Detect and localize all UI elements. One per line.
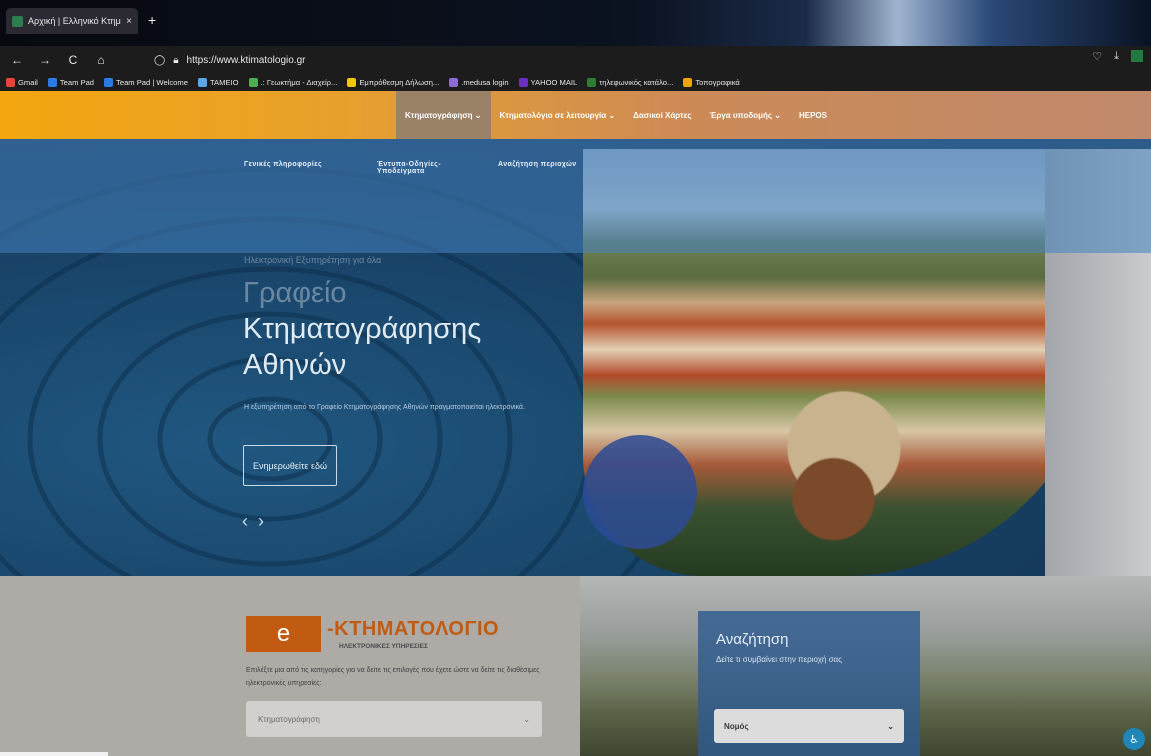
bookmark-label: Gmail <box>18 78 38 87</box>
bookmark-label: τηλεφωνικός κατάλο... <box>599 78 674 87</box>
category-select-value: Κτηματογράφηση <box>258 714 320 724</box>
hero-title-line1: Γραφείο <box>243 277 347 309</box>
bookmark-favicon-icon <box>683 78 693 87</box>
tab-title: Αρχική | Ελληνικό Κτηματολόγι <box>28 16 121 26</box>
bookmark-item[interactable]: Team Pad | Welcome <box>104 78 188 87</box>
bookmark-item[interactable]: Εμπρόθεσμη Δήλωση... <box>347 78 439 87</box>
arrow-back-icon[interactable]: ← <box>10 53 24 67</box>
excel-icon[interactable] <box>1131 50 1143 62</box>
submenu-dropdown: Γενικές πληροφορίες Έντυπα-Οδηγίες-Υποδε… <box>0 139 1151 253</box>
eservices-section: e -ΚΤΗΜΑΤΟΛΟΓΙΟ ΗΛΕΚΤΡΟΝΙΚΕΣ ΥΠΗΡΕΣΙΕΣ Ε… <box>0 576 1151 756</box>
bookmark-label: Τοπογραφικά <box>695 78 740 87</box>
reload-icon[interactable]: C <box>66 53 80 67</box>
search-title: Αναζήτηση <box>716 631 789 648</box>
slider-next-icon[interactable]: › <box>258 511 264 532</box>
menu-item[interactable]: Κτηματολόγιο σε λειτουργία ⌄ <box>491 91 625 139</box>
bookmark-favicon-icon <box>587 78 597 87</box>
website: Κτηματογράφηση ⌄ Κτηματολόγιο σε λειτουργ… <box>0 91 1151 756</box>
hero-description: Η εξυπηρέτηση από το Γραφείο Κτηματογράφ… <box>244 404 525 411</box>
accessibility-button[interactable]: ♿︎ <box>1123 728 1145 750</box>
bookmark-favicon-icon <box>518 78 528 87</box>
bookmark-favicon-icon <box>248 78 258 87</box>
hero-section: Γενικές πληροφορίες Έντυπα-Οδηγίες-Υποδε… <box>0 139 1151 576</box>
bookmark-label: Team Pad | Welcome <box>116 78 188 87</box>
prefecture-select[interactable]: Νομός ⌄ <box>714 709 904 743</box>
logo-main-text: -ΚΤΗΜΑΤΟΛΟΓΙΟ <box>327 618 500 640</box>
tab-close-icon[interactable]: × <box>126 16 132 27</box>
submenu-item-forms[interactable]: Έντυπα-Οδηγίες-Υποδείγματα <box>377 161 477 175</box>
hero-title-line3: Αθηνών <box>243 349 347 381</box>
hero-title: Γραφείο Κτηματογράφησης Αθηνών <box>243 275 563 383</box>
e-ktimatologio-logo[interactable]: e -ΚΤΗΜΑΤΟΛΟΓΙΟ ΗΛΕΚΤΡΟΝΙΚΕΣ ΥΠΗΡΕΣΙΕΣ <box>246 616 499 652</box>
menu-item[interactable]: Δασικοί Χάρτες <box>624 91 700 139</box>
bookmark-favicon-icon <box>347 78 357 87</box>
logo-sub-text: ΗΛΕΚΤΡΟΝΙΚΕΣ ΥΠΗΡΕΣΙΕΣ <box>339 643 428 650</box>
slider-prev-icon[interactable]: ‹ <box>242 511 248 532</box>
bookmark-item[interactable]: .medusa login <box>449 78 509 87</box>
chevron-down-icon: ⌄ <box>523 714 530 724</box>
learn-more-button[interactable]: Ενημερωθείτε εδώ <box>243 445 337 486</box>
bookmark-item[interactable]: ΤΑΜΕΙΟ <box>197 78 239 87</box>
eservices-instructions: Επιλέξτε μια από τις κατηγορίες για να δ… <box>246 667 540 687</box>
bookmark-favicon-icon <box>104 78 114 87</box>
bookmark-label: .medusa login <box>461 78 509 87</box>
site-favicon-icon <box>12 15 23 27</box>
bookmark-label: YAHOO MAIL <box>530 78 578 87</box>
download-icon[interactable]: ⤓ <box>1114 50 1119 63</box>
slider-arrows: ‹ › <box>242 511 264 532</box>
menu-item[interactable]: HEPOS <box>790 91 836 139</box>
bookmark-label: .: Γεωκτήμα - Διαχείρ... <box>260 78 338 87</box>
bookmark-favicon-icon <box>197 78 207 87</box>
bookmark-item[interactable]: τηλεφωνικός κατάλο... <box>587 78 673 87</box>
prefecture-select-value: Νομός <box>724 721 749 731</box>
bookmark-item[interactable]: YAHOO MAIL <box>518 78 578 87</box>
bookmark-favicon-icon <box>449 78 459 87</box>
lock-icon[interactable]: 🔒︎ <box>173 55 178 66</box>
chevron-down-icon: ⌄ <box>887 721 894 731</box>
browser-titlebar: Αρχική | Ελληνικό Κτηματολόγι × + <box>0 0 1151 46</box>
bookmark-favicon-icon <box>6 78 15 87</box>
browser-tab[interactable]: Αρχική | Ελληνικό Κτηματολόγι × <box>6 8 138 34</box>
search-subtitle: Δείτε τι συμβαίνει στην περιοχή σας <box>716 655 842 664</box>
site-top-nav: Κτηματογράφηση ⌄ Κτηματολόγιο σε λειτουργ… <box>0 91 1151 139</box>
browser-navbar: ← → C ⌂ ◯ 🔒︎ https://www.ktimatologio.gr <box>0 46 1151 74</box>
new-tab-button[interactable]: + <box>148 12 156 28</box>
bookmark-item[interactable]: Team Pad <box>47 78 95 87</box>
address-bar[interactable]: ◯ 🔒︎ https://www.ktimatologio.gr <box>154 55 305 66</box>
pocket-icon[interactable]: ♡ <box>1092 50 1102 63</box>
bookmarks-bar: Gmail Team Pad Team Pad | Welcome ΤΑΜΕΙΟ .: … <box>0 74 1151 91</box>
bookmark-label: Εμπρόθεσμη Δήλωση... <box>359 78 440 87</box>
hero-title-line2: Κτηματογράφησης <box>243 313 482 345</box>
browser-toolbar-right: ♡ ⤓ <box>1092 50 1143 63</box>
bookmark-favicon-icon <box>47 78 57 87</box>
bookmark-item[interactable]: Τοπογραφικά <box>683 78 740 87</box>
menu-item[interactable]: Κτηματογράφηση ⌄ <box>396 91 491 139</box>
menu-item[interactable]: Έργα υποδομής ⌄ <box>701 91 790 139</box>
bookmark-label: Team Pad <box>59 78 95 87</box>
bookmark-label: ΤΑΜΕΙΟ <box>209 78 239 87</box>
shield-icon[interactable]: ◯ <box>154 55 165 66</box>
hero-eyebrow: Ηλεκτρονική Εξυπηρέτηση για όλα <box>244 255 382 265</box>
taskbar-fragment <box>0 752 108 756</box>
submenu-item-area-search[interactable]: Αναζήτηση περιοχών <box>498 161 577 168</box>
arrow-forward-icon[interactable]: → <box>38 53 52 67</box>
decorative-blue-circle <box>583 435 697 549</box>
home-icon[interactable]: ⌂ <box>94 53 108 67</box>
bookmark-item[interactable]: Gmail <box>6 78 38 87</box>
main-menu: Κτηματογράφηση ⌄ Κτηματολόγιο σε λειτουργ… <box>396 91 836 139</box>
submenu-item-general-info[interactable]: Γενικές πληροφορίες <box>244 161 322 168</box>
area-search-card: Αναζήτηση Δείτε τι συμβαίνει στην περιοχ… <box>698 611 920 756</box>
category-select[interactable]: Κτηματογράφηση ⌄ <box>246 701 542 737</box>
url-text: https://www.ktimatologio.gr <box>186 54 306 66</box>
bookmark-item[interactable]: .: Γεωκτήμα - Διαχείρ... <box>248 78 338 87</box>
logo-e-box: e <box>246 616 321 652</box>
